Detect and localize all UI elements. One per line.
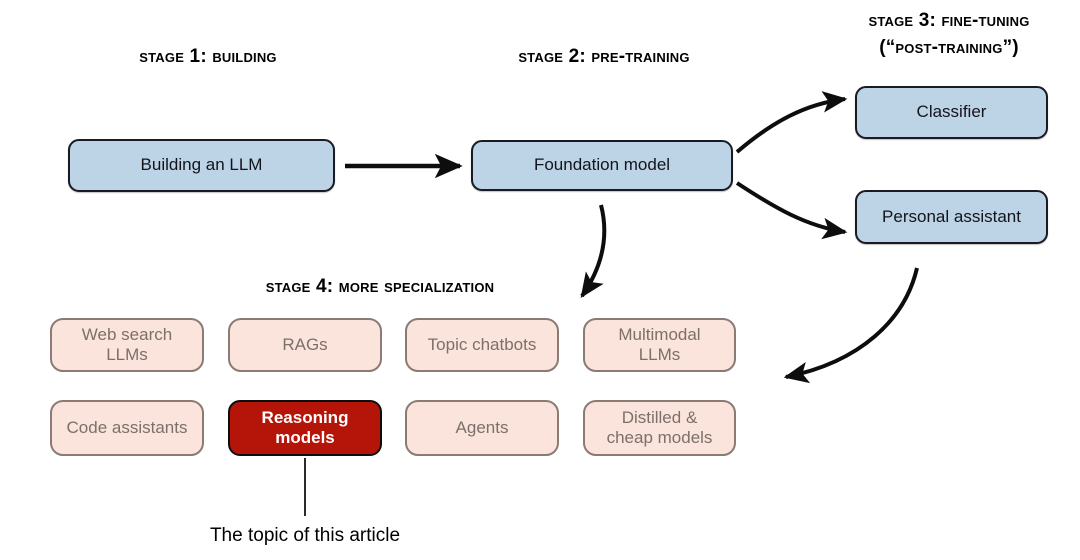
- node-building-an-llm[interactable]: Building an LLM: [68, 139, 335, 192]
- node-topic-chatbots[interactable]: Topic chatbots: [405, 318, 559, 372]
- arrow-foundation-to-specialization: [580, 204, 607, 298]
- arrow-foundation-to-assistant: [735, 181, 848, 240]
- arrow-assistant-to-specialization: [783, 267, 919, 384]
- node-classifier[interactable]: Classifier: [855, 86, 1048, 139]
- node-code-assistants[interactable]: Code assistants: [50, 400, 204, 456]
- node-rags[interactable]: RAGs: [228, 318, 382, 372]
- stage-label-2: Stage 2: Pre-training: [518, 46, 690, 67]
- node-multimodal-llms[interactable]: Multimodal LLMs: [583, 318, 736, 372]
- stage-label-1: Stage 1: Building: [139, 46, 277, 67]
- node-foundation-model[interactable]: Foundation model: [471, 140, 733, 191]
- node-web-search-llms[interactable]: Web search LLMs: [50, 318, 204, 372]
- node-reasoning-models[interactable]: Reasoning models: [228, 400, 382, 456]
- stage-label-3: Stage 3: Fine-tuning (“Post-Training”): [868, 10, 1030, 58]
- diagram-canvas: Stage 1: Building Stage 2: Pre-training …: [0, 0, 1080, 560]
- node-distilled-cheap-models[interactable]: Distilled & cheap models: [583, 400, 736, 456]
- node-agents[interactable]: Agents: [405, 400, 559, 456]
- stage-label-4: Stage 4: More Specialization: [265, 276, 495, 297]
- node-personal-assistant[interactable]: Personal assistant: [855, 190, 1048, 244]
- arrow-foundation-to-classifier: [735, 91, 848, 154]
- article-topic-caption: The topic of this article: [209, 525, 401, 546]
